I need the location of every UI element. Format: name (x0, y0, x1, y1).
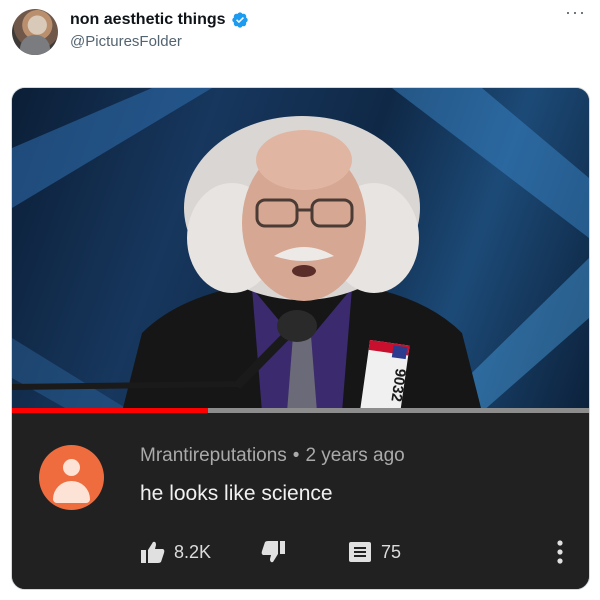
comment-actions: 8.2K 75 (140, 540, 580, 570)
comment-meta: Mrantireputations • 2 years ago (140, 445, 405, 467)
like-count: 8.2K (174, 541, 212, 562)
kebab-menu-icon[interactable] (556, 539, 564, 565)
comment-icon (349, 542, 371, 562)
tweet-header: non aesthetic things @PicturesFolder ··· (0, 0, 600, 80)
tweet-media[interactable]: 9032 Mrantireputations • 2 years ago he lo… (11, 87, 590, 590)
verified-badge-icon (231, 12, 248, 28)
thumbs-up-icon (141, 541, 165, 563)
avatar-head (63, 459, 80, 476)
display-name[interactable]: non aesthetic things (70, 11, 226, 29)
meta-separator: • (292, 445, 300, 466)
avatar-body (53, 481, 90, 503)
comment-author[interactable]: Mrantireputations (140, 445, 287, 466)
user-handle[interactable]: @PicturesFolder (70, 33, 182, 50)
video-frame: 9032 (12, 88, 589, 412)
commenter-avatar[interactable] (39, 445, 104, 510)
replies-button[interactable]: 75 (347, 540, 401, 564)
more-icon[interactable]: ··· (565, 2, 586, 23)
thumbs-down-icon (261, 541, 285, 563)
name-row: non aesthetic things (70, 11, 249, 29)
comment-panel: Mrantireputations • 2 years ago he looks l… (12, 413, 589, 589)
user-avatar[interactable] (12, 9, 58, 55)
dislike-button[interactable] (260, 540, 286, 564)
comment-time[interactable]: 2 years ago (305, 445, 404, 466)
reply-count: 75 (381, 541, 402, 562)
comment-text: he looks like science (140, 482, 333, 505)
like-button[interactable]: 8.2K (140, 540, 211, 564)
video-still: 9032 (12, 88, 589, 412)
